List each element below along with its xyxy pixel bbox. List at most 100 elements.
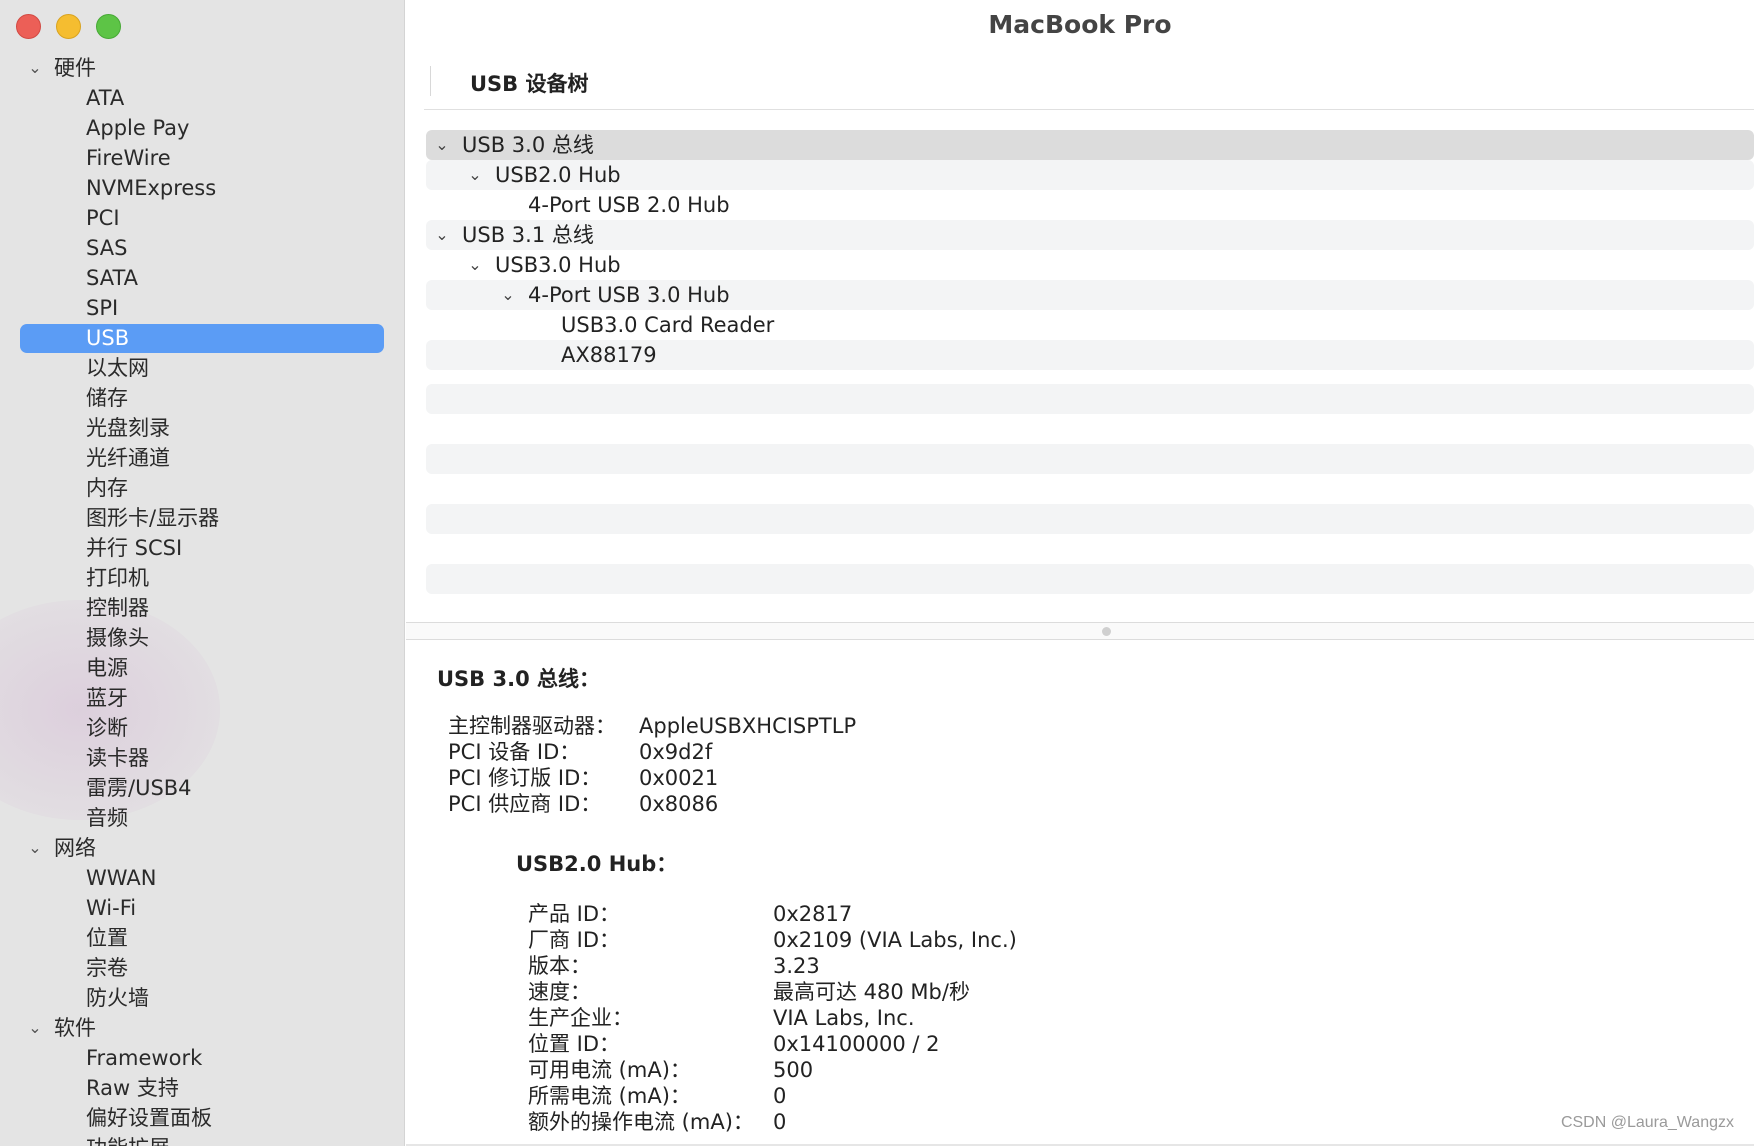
chevron-down-icon[interactable]: ⌄ [25,833,45,863]
close-window-button[interactable] [16,14,41,39]
chevron-down-icon[interactable]: ⌄ [432,220,452,250]
sidebar-item[interactable]: 电源 [0,653,404,683]
sidebar-item[interactable]: 读卡器 [0,743,404,773]
sidebar-item[interactable]: 防火墙 [0,983,404,1013]
sidebar-item-label: Wi-Fi [86,896,137,920]
sidebar-item[interactable]: 打印机 [0,563,404,593]
tree-row[interactable]: ⌄ USB 3.1 总线 [426,220,1754,250]
sidebar-item[interactable]: Wi-Fi [0,893,404,923]
sidebar-group[interactable]: ⌄ 网络 [0,833,404,863]
sidebar-item-label: Framework [86,1046,203,1070]
tree-row-label: USB3.0 Card Reader [561,313,775,337]
chevron-down-icon[interactable]: ⌄ [25,53,45,83]
detail-value: 最高可达 480 Mb/秒 [773,980,970,1004]
sidebar-item[interactable]: 光盘刻录 [0,413,404,443]
sidebar-item-label: 内存 [86,476,128,500]
detail-value: 0x8086 [639,792,719,816]
sidebar-item[interactable]: WWAN [0,863,404,893]
detail-key: 额外的操作电流 (mA)： [528,1110,754,1134]
tree-row[interactable]: ⌄ 4-Port USB 3.0 Hub [426,280,1754,310]
sidebar-item[interactable]: 光纤通道 [0,443,404,473]
tree-row-label: USB 3.1 总线 [462,223,594,247]
sidebar-item[interactable]: 功能扩展 [0,1133,404,1146]
tree-row[interactable]: AX88179 [426,340,1754,370]
detail-value: 0x14100000 / 2 [773,1032,940,1056]
sidebar-item[interactable]: NVMExpress [0,173,404,203]
pane-header-divider [430,66,431,96]
empty-row [426,504,1754,534]
sidebar-item[interactable]: 音频 [0,803,404,833]
sidebar-item-label: Apple Pay [86,116,190,140]
empty-row [426,384,1754,414]
sidebar-item[interactable]: 图形卡/显示器 [0,503,404,533]
sidebar-item[interactable]: USB [0,323,404,353]
sidebar-item-label: 防火墙 [86,986,149,1010]
chevron-down-icon[interactable]: ⌄ [432,130,452,160]
tree-row[interactable]: ⌄ USB3.0 Hub [426,250,1754,280]
sidebar-item[interactable]: 控制器 [0,593,404,623]
sidebar-item[interactable]: 雷雳/USB4 [0,773,404,803]
sidebar-item[interactable]: 摄像头 [0,623,404,653]
sidebar-item[interactable]: SATA [0,263,404,293]
selection-highlight [20,324,384,353]
zoom-window-button[interactable] [96,14,121,39]
sidebar-item[interactable]: 诊断 [0,713,404,743]
minimize-window-button[interactable] [56,14,81,39]
chevron-down-icon[interactable]: ⌄ [498,280,518,310]
sidebar-item-label: 图形卡/显示器 [86,506,220,530]
sidebar-item[interactable]: Raw 支持 [0,1073,404,1103]
sidebar-item-label: 硬件 [54,56,96,80]
tree-row-label: AX88179 [561,343,657,367]
sidebar-item[interactable]: Framework [0,1043,404,1073]
detail-key: 主控制器驱动器： [448,714,616,738]
divider-handle[interactable] [1102,627,1111,636]
tree-row[interactable]: USB3.0 Card Reader [426,310,1754,340]
sidebar-item[interactable]: 位置 [0,923,404,953]
sidebar-item-label: USB [86,326,130,350]
split-view-divider[interactable] [406,622,1754,640]
sidebar-list: ⌄ 硬件 ATA Apple Pay FireWire NVMExpress PCI SAS S… [0,53,404,1146]
sidebar-item[interactable]: 内存 [0,473,404,503]
sidebar-item[interactable]: FireWire [0,143,404,173]
sidebar-item-label: 以太网 [86,356,149,380]
tree-row-label: USB2.0 Hub [495,163,621,187]
sidebar-group[interactable]: ⌄ 硬件 [0,53,404,83]
sidebar-item[interactable]: SAS [0,233,404,263]
sidebar-group[interactable]: ⌄ 软件 [0,1013,404,1043]
detail-value: 0x9d2f [639,740,713,764]
sidebar-item[interactable]: Apple Pay [0,113,404,143]
sidebar-item-label: 网络 [54,836,96,860]
sidebar-item-label: SPI [86,296,119,320]
detail-key: 生产企业： [528,1006,633,1030]
detail-key: 版本： [528,954,591,978]
tree-row[interactable]: 4-Port USB 2.0 Hub [426,190,1754,220]
sidebar-item[interactable]: 偏好设置面板 [0,1103,404,1133]
tree-row-label: USB3.0 Hub [495,253,621,277]
main-content: MacBook Pro USB 设备树 ⌄ USB 3.0 总线 ⌄ USB2.0 H… [406,0,1754,1146]
empty-row [426,444,1754,474]
sidebar-item[interactable]: SPI [0,293,404,323]
sidebar-item-label: 功能扩展 [86,1136,170,1146]
chevron-down-icon[interactable]: ⌄ [465,160,485,190]
sidebar-item[interactable]: PCI [0,203,404,233]
detail-key: 位置 ID： [528,1032,621,1056]
detail-key: PCI 供应商 ID： [448,792,602,816]
sidebar-item[interactable]: ATA [0,83,404,113]
pane-header-label: USB 设备树 [470,72,589,96]
chevron-down-icon[interactable]: ⌄ [465,250,485,280]
sidebar-item[interactable]: 以太网 [0,353,404,383]
tree-row-label: USB 3.0 总线 [462,133,594,157]
sidebar-item[interactable]: 储存 [0,383,404,413]
sidebar-item-label: ATA [86,86,125,110]
tree-row[interactable]: ⌄ USB 3.0 总线 [426,130,1754,160]
detail-key: 可用电流 (mA)： [528,1058,691,1082]
chevron-down-icon[interactable]: ⌄ [25,1013,45,1043]
tree-row[interactable]: ⌄ USB2.0 Hub [426,160,1754,190]
sidebar-item-label: 摄像头 [86,626,149,650]
sidebar-item[interactable]: 并行 SCSI [0,533,404,563]
sidebar-item-label: FireWire [86,146,171,170]
sidebar-item[interactable]: 宗卷 [0,953,404,983]
sidebar-item[interactable]: 蓝牙 [0,683,404,713]
sidebar-item-label: 储存 [86,386,128,410]
sidebar-item-label: 并行 SCSI [86,536,183,560]
